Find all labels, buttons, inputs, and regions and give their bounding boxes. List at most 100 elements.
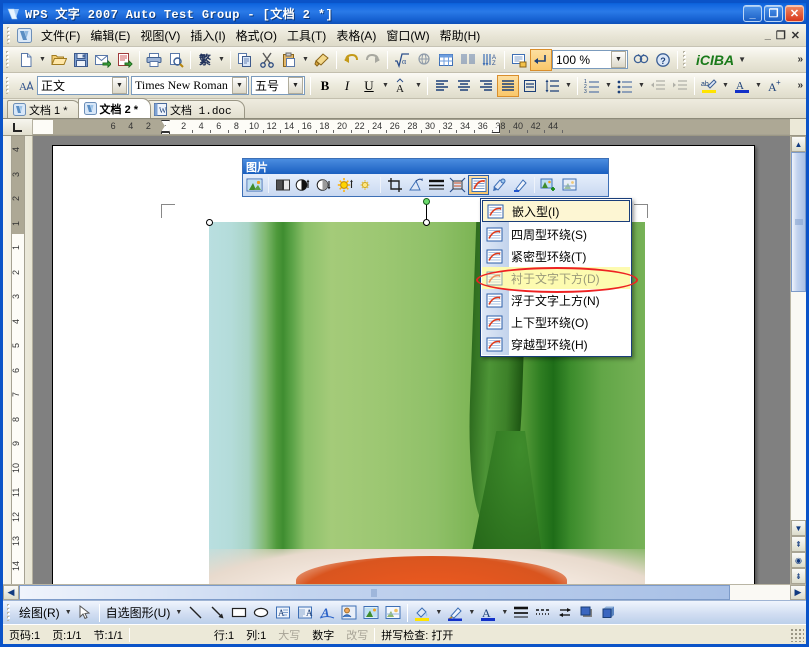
traditional-chinese-dropdown[interactable]: ▼ [216, 49, 227, 71]
doc-tab-3[interactable]: W 文档 1.doc [148, 100, 245, 118]
numbered-list-dropdown[interactable]: ▼ [603, 75, 614, 97]
vertical-scroll-thumb[interactable] [791, 152, 806, 292]
find-button[interactable] [630, 49, 652, 71]
char-border-dropdown[interactable]: ▼ [413, 75, 424, 97]
bulleted-list-dropdown[interactable]: ▼ [636, 75, 647, 97]
menu-help[interactable]: 帮助(H) [435, 25, 486, 46]
iciba-toolbar-grip[interactable] [683, 51, 690, 68]
menu-table[interactable]: 表格(A) [331, 25, 381, 46]
bold-button[interactable]: B [314, 75, 336, 97]
font-size-combo[interactable]: 五号 ▼ [251, 76, 305, 95]
underline-button[interactable]: U [358, 75, 380, 97]
more-contrast-button[interactable] [293, 175, 314, 195]
line-style-button[interactable] [426, 175, 447, 195]
paste-button[interactable] [278, 49, 300, 71]
minimize-button[interactable]: _ [743, 5, 762, 22]
picture-watermark-button[interactable] [559, 175, 580, 195]
diagram-button[interactable] [338, 602, 360, 623]
line-color-dropdown[interactable]: ▼ [466, 602, 477, 624]
insert-table-button[interactable] [435, 49, 457, 71]
formula-button[interactable]: α [391, 49, 413, 71]
doc-tab-2[interactable]: 文档 2 * [78, 98, 152, 118]
wrap-in-front-of-text-item[interactable]: 浮于文字上方(N) [482, 289, 630, 311]
compress-picture-button[interactable] [447, 175, 468, 195]
previous-page-button[interactable]: ⇞ [791, 536, 806, 552]
fill-color-button[interactable] [411, 602, 433, 623]
insert-picture-button[interactable] [360, 602, 382, 623]
rotate-handle[interactable] [423, 198, 430, 205]
insert-clipart-button[interactable] [382, 602, 404, 623]
maximize-button[interactable]: ❐ [764, 5, 783, 22]
autoshapes-menu-button[interactable]: 自选图形(U) [103, 604, 174, 621]
comment-button[interactable] [508, 49, 530, 71]
drawing-toolbar-grip[interactable] [7, 604, 14, 621]
open-button[interactable] [48, 49, 70, 71]
menu-insert[interactable]: 插入(I) [185, 25, 230, 46]
mdi-close-button[interactable]: ✕ [791, 29, 800, 42]
more-brightness-button[interactable] [335, 175, 356, 195]
color-mode-button[interactable] [272, 175, 293, 195]
vertical-scroll-track[interactable] [791, 292, 806, 520]
scroll-right-button[interactable]: ▶ [790, 585, 806, 600]
vertical-ruler[interactable]: 43211234567891011121314 [3, 136, 33, 584]
traditional-chinese-button[interactable]: 繁 [194, 49, 216, 71]
vertical-text-box-button[interactable]: A [294, 602, 316, 623]
mdi-minimize-button[interactable]: _ [765, 29, 771, 41]
cut-button[interactable] [256, 49, 278, 71]
horizontal-scroll-thumb[interactable] [19, 585, 730, 600]
dash-style-button[interactable] [532, 602, 554, 623]
formatting-toolbar-overflow[interactable]: » [797, 80, 806, 91]
align-justify-button[interactable] [497, 75, 519, 97]
wrap-top-bottom-item[interactable]: 上下型环绕(O) [482, 311, 630, 333]
format-painter-button[interactable] [311, 49, 333, 71]
rectangle-button[interactable] [228, 602, 250, 623]
save-button[interactable] [70, 49, 92, 71]
fill-color-dropdown[interactable]: ▼ [433, 602, 444, 624]
bulleted-list-button[interactable] [614, 75, 636, 97]
new-document-dropdown[interactable]: ▼ [37, 49, 48, 71]
shadow-style-button[interactable] [576, 602, 598, 623]
menu-file[interactable]: 文件(F) [36, 25, 85, 46]
align-center-button[interactable] [453, 75, 475, 97]
formatting-toolbar-grip[interactable] [6, 77, 13, 94]
select-browse-object-button[interactable]: ◉ [791, 552, 806, 568]
show-marks-button[interactable] [530, 49, 552, 71]
set-transparent-color-button[interactable] [510, 175, 531, 195]
resize-handle-top-center[interactable] [423, 219, 430, 226]
redo-button[interactable] [362, 49, 384, 71]
italic-button[interactable]: I [336, 75, 358, 97]
menubar-grip[interactable] [7, 27, 14, 44]
text-box-button[interactable]: A [272, 602, 294, 623]
font-color-dropdown[interactable]: ▼ [499, 602, 510, 624]
help-button[interactable]: ? [652, 49, 674, 71]
close-button[interactable]: ✕ [785, 5, 804, 22]
tab-stop-selector[interactable] [3, 119, 33, 135]
menu-edit[interactable]: 编辑(E) [85, 25, 135, 46]
status-spellcheck[interactable]: 拼写检查: 打开 [375, 627, 459, 643]
menu-view[interactable]: 视图(V) [135, 25, 185, 46]
select-objects-button[interactable] [74, 602, 96, 623]
highlight-button[interactable]: ab [698, 75, 720, 97]
3d-style-button[interactable] [598, 602, 620, 623]
wrap-tight-item[interactable]: 紧密型环绕(T) [482, 245, 630, 267]
iciba-toolbar[interactable]: iCIBA ▼ [692, 52, 750, 68]
horizontal-scrollbar[interactable]: ◀ ▶ [3, 584, 806, 600]
arrow-style-button[interactable] [554, 602, 576, 623]
format-picture-button[interactable] [489, 175, 510, 195]
export-pdf-button[interactable] [114, 49, 136, 71]
status-caps[interactable]: 大写 [272, 627, 306, 643]
menu-tools[interactable]: 工具(T) [282, 25, 331, 46]
text-wrapping-button[interactable] [468, 175, 489, 195]
oval-button[interactable] [250, 602, 272, 623]
char-border-button[interactable]: A [391, 75, 413, 97]
distribute-button[interactable] [519, 75, 541, 97]
font-color-button[interactable]: A [477, 602, 499, 623]
horizontal-ruler[interactable]: 6422468101214161820222426283032343638404… [33, 119, 790, 135]
status-num[interactable]: 数字 [306, 627, 340, 643]
resize-grip[interactable] [790, 628, 804, 642]
align-right-button[interactable] [475, 75, 497, 97]
insert-picture-button[interactable] [244, 175, 265, 195]
font-color-dropdown[interactable]: ▼ [753, 75, 764, 97]
menu-window[interactable]: 窗口(W) [381, 25, 434, 46]
vertical-scrollbar[interactable]: ▲ ▼ ⇞ ◉ ⇟ [790, 136, 806, 584]
